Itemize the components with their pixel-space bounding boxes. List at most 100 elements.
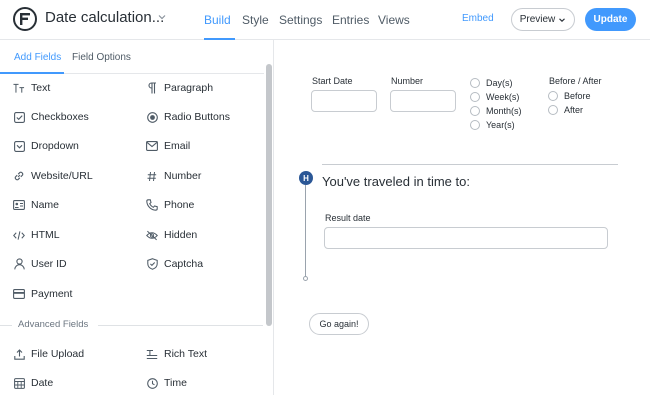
field-email[interactable]: Email xyxy=(146,136,190,156)
field-radio-buttons[interactable]: Radio Buttons xyxy=(146,107,230,127)
radio-label: After xyxy=(564,105,584,115)
radio-days[interactable]: Day(s) xyxy=(470,78,513,88)
formidable-logo-icon[interactable] xyxy=(13,7,37,31)
tab-build[interactable]: Build xyxy=(204,13,231,27)
field-time[interactable]: Time xyxy=(146,373,187,393)
paragraph-icon xyxy=(146,82,158,94)
field-label: HTML xyxy=(31,229,60,241)
tab-entries[interactable]: Entries xyxy=(332,13,369,27)
form-title[interactable]: Date calculation... xyxy=(45,9,164,26)
field-label: Dropdown xyxy=(31,140,79,152)
field-file-upload[interactable]: File Upload xyxy=(13,344,84,364)
update-button[interactable]: Update xyxy=(585,8,636,31)
radio-circle xyxy=(470,106,480,116)
tab-style[interactable]: Style xyxy=(242,13,269,27)
radio-circle xyxy=(470,120,480,130)
chevron-down-icon xyxy=(559,17,566,22)
radio-label: Before xyxy=(564,91,591,101)
field-label: File Upload xyxy=(31,348,85,360)
field-label: Date xyxy=(31,377,54,389)
chevron-down-icon[interactable] xyxy=(157,12,167,22)
radio-circle xyxy=(548,105,558,115)
section-divider xyxy=(322,164,618,165)
link-icon xyxy=(13,170,25,182)
email-icon xyxy=(146,140,158,152)
credit-card-icon xyxy=(13,288,25,300)
dropdown-icon xyxy=(13,140,25,152)
start-date-label: Start Date xyxy=(312,76,353,86)
sidebar-scrollbar[interactable] xyxy=(266,64,272,326)
field-checkboxes[interactable]: Checkboxes xyxy=(13,107,89,127)
tab-field-options[interactable]: Field Options xyxy=(72,52,131,63)
radio-label: Day(s) xyxy=(486,78,513,88)
radio-before[interactable]: Before xyxy=(548,91,591,101)
field-label: Rich Text xyxy=(164,348,207,360)
calendar-icon xyxy=(13,377,25,389)
section-badge[interactable]: H xyxy=(299,171,313,185)
field-label: Hidden xyxy=(164,229,198,241)
field-captcha[interactable]: Captcha xyxy=(146,254,203,274)
result-date-label: Result date xyxy=(325,213,371,223)
radio-icon xyxy=(146,111,158,123)
phone-icon xyxy=(146,199,158,211)
user-icon xyxy=(13,258,25,270)
section-bracket-end xyxy=(303,276,308,281)
field-label: Time xyxy=(164,377,187,389)
field-label: Payment xyxy=(31,288,73,300)
field-website[interactable]: Website/URL xyxy=(13,166,93,186)
field-label: Text xyxy=(31,82,51,94)
field-phone[interactable]: Phone xyxy=(146,195,194,215)
result-date-input[interactable] xyxy=(324,227,608,249)
field-hidden[interactable]: Hidden xyxy=(146,225,197,245)
upload-icon xyxy=(13,348,25,360)
field-label: Number xyxy=(164,170,202,182)
field-label: Phone xyxy=(164,199,195,211)
field-label: Checkboxes xyxy=(31,111,89,123)
fields-sidebar: Add Fields Field Options Text Checkboxes… xyxy=(0,40,274,395)
clock-icon xyxy=(146,377,158,389)
radio-weeks[interactable]: Week(s) xyxy=(470,92,519,102)
field-name[interactable]: Name xyxy=(13,195,59,215)
shield-icon xyxy=(146,258,158,270)
section-bracket-line xyxy=(305,185,306,277)
field-payment[interactable]: Payment xyxy=(13,284,72,304)
radio-months[interactable]: Month(s) xyxy=(470,106,522,116)
embed-link[interactable]: Embed xyxy=(462,13,494,24)
field-dropdown[interactable]: Dropdown xyxy=(13,136,79,156)
radio-years[interactable]: Year(s) xyxy=(470,120,515,130)
radio-label: Week(s) xyxy=(486,92,520,102)
tab-views[interactable]: Views xyxy=(378,13,410,27)
start-date-input[interactable] xyxy=(311,90,377,112)
divider xyxy=(98,325,263,326)
field-paragraph[interactable]: Paragraph xyxy=(146,78,213,98)
text-icon xyxy=(13,82,25,94)
preview-label: Preview xyxy=(519,14,556,25)
field-html[interactable]: HTML xyxy=(13,225,60,245)
radio-circle xyxy=(470,78,480,88)
tab-settings[interactable]: Settings xyxy=(279,13,322,27)
field-label: Email xyxy=(164,140,191,152)
before-after-label: Before / After xyxy=(549,76,602,86)
field-label: User ID xyxy=(31,258,67,270)
field-text[interactable]: Text xyxy=(13,78,50,98)
tab-add-fields[interactable]: Add Fields xyxy=(14,52,61,63)
field-user-id[interactable]: User ID xyxy=(13,254,67,274)
preview-button[interactable]: Preview xyxy=(511,8,575,31)
rich-text-icon xyxy=(146,348,158,360)
number-label: Number xyxy=(391,76,424,86)
field-date[interactable]: Date xyxy=(13,373,53,393)
field-label: Captcha xyxy=(164,258,204,270)
field-label: Paragraph xyxy=(164,82,214,94)
number-input[interactable] xyxy=(390,90,456,112)
divider xyxy=(0,325,12,326)
field-label: Website/URL xyxy=(31,170,93,182)
radio-label: Year(s) xyxy=(486,120,515,130)
active-tab-indicator xyxy=(0,72,64,74)
code-icon xyxy=(13,229,25,241)
go-again-button[interactable]: Go again! xyxy=(309,313,369,335)
field-number[interactable]: Number xyxy=(146,166,201,186)
top-bar: Date calculation... Build Style Settings… xyxy=(0,0,650,40)
field-rich-text[interactable]: Rich Text xyxy=(146,344,207,364)
advanced-fields-heading: Advanced Fields xyxy=(18,319,89,330)
radio-after[interactable]: After xyxy=(548,105,583,115)
